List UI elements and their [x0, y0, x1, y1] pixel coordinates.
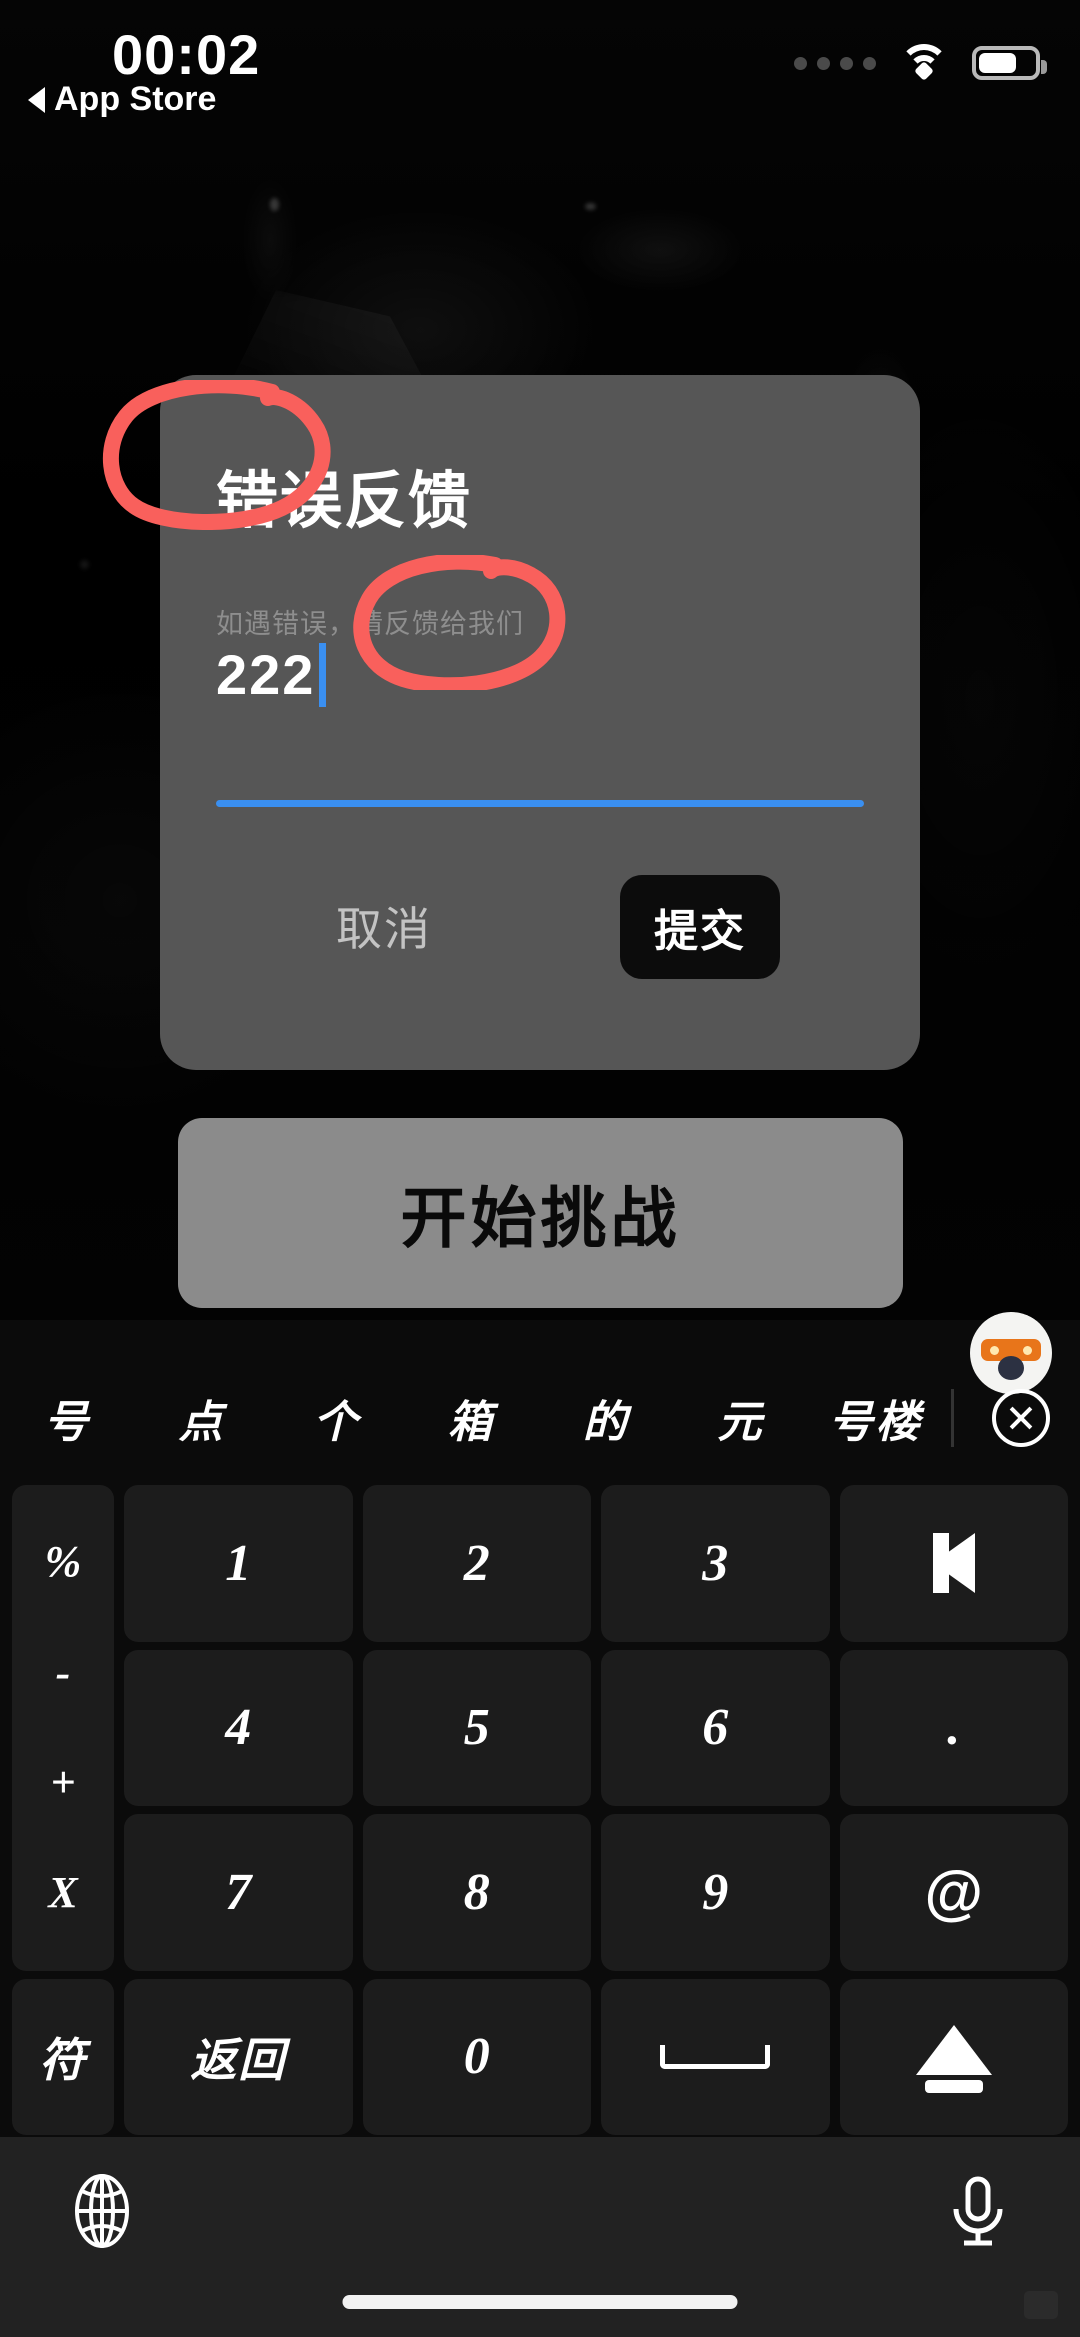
- home-indicator[interactable]: [342, 2295, 738, 2309]
- suggestion-item[interactable]: 元: [674, 1386, 809, 1450]
- key-3[interactable]: 3: [601, 1485, 830, 1642]
- status-icons: [794, 44, 1047, 82]
- background-speck: [585, 203, 596, 210]
- phone-screen: 00:02 App Store 错误反馈 如遇错误，请反馈给我们 222 取消 …: [0, 0, 1080, 2337]
- space-key[interactable]: [601, 1978, 830, 2135]
- submit-button[interactable]: 提交: [620, 875, 780, 979]
- signal-dots-icon: [794, 56, 876, 70]
- avatar-ear-left: [978, 1312, 1006, 1330]
- text-caret: [319, 643, 327, 707]
- background-speck: [270, 198, 279, 211]
- wifi-icon: [898, 44, 950, 82]
- avatar-eye-left: [990, 1346, 999, 1355]
- suggestion-item[interactable]: 号楼: [808, 1386, 943, 1450]
- key-9[interactable]: 9: [601, 1814, 830, 1971]
- key-5[interactable]: 5: [362, 1649, 591, 1806]
- suggestion-bar: 号 点 个 箱 的 元 号楼: [0, 1368, 1080, 1468]
- left-caret-icon: [28, 86, 45, 113]
- microphone-icon[interactable]: [938, 2171, 1018, 2251]
- key-8[interactable]: 8: [362, 1814, 591, 1971]
- globe-icon[interactable]: [62, 2171, 142, 2251]
- backspace-key[interactable]: [839, 1485, 1068, 1642]
- key-2[interactable]: 2: [362, 1485, 591, 1642]
- back-link-label: App Store: [54, 80, 217, 118]
- dialog-actions: 取消 提交: [160, 865, 920, 995]
- status-time: 00:02: [112, 23, 261, 86]
- return-key[interactable]: 返回: [124, 1978, 353, 2135]
- avatar-eye-right: [1023, 1346, 1032, 1355]
- space-icon: [660, 2044, 771, 2069]
- status-bar: 00:02 App Store: [0, 0, 1080, 120]
- back-to-app-store-link[interactable]: App Store: [28, 80, 216, 119]
- key-1[interactable]: 1: [124, 1485, 353, 1642]
- dialog-title: 错误反馈: [216, 467, 473, 536]
- multiply-symbol: X: [48, 1868, 78, 1918]
- symbol-column-key[interactable]: % - + X: [12, 1485, 114, 1971]
- key-4[interactable]: 4: [124, 1649, 353, 1806]
- circle-x-icon: [992, 1389, 1051, 1447]
- keyboard-bottom-bar: [0, 2137, 1080, 2337]
- battery-icon: [972, 46, 1047, 80]
- keyboard: 号 点 个 箱 的 元 号楼 % - + X 1 2 3 4 5 6 . 7 8…: [0, 1312, 1080, 2337]
- key-0[interactable]: 0: [362, 1978, 591, 2135]
- keyboard-grid: % - + X 1 2 3 4 5 6 . 7 8 9 @ 符 返回 0: [12, 1485, 1068, 2135]
- suggestion-item[interactable]: 点: [135, 1386, 270, 1450]
- minus-symbol: -: [55, 1647, 71, 1697]
- percent-symbol: %: [44, 1537, 82, 1587]
- key-period[interactable]: .: [839, 1649, 1068, 1806]
- suggestion-item[interactable]: 箱: [404, 1386, 539, 1450]
- hide-keyboard-key[interactable]: [839, 1978, 1068, 2135]
- error-feedback-dialog: 错误反馈 如遇错误，请反馈给我们 222 取消 提交: [160, 375, 920, 1070]
- key-6[interactable]: 6: [601, 1649, 830, 1806]
- symbols-key[interactable]: 符: [12, 1978, 114, 2135]
- suggestion-item[interactable]: 个: [269, 1386, 404, 1450]
- key-7[interactable]: 7: [124, 1814, 353, 1971]
- key-at[interactable]: @: [839, 1814, 1068, 1971]
- plus-symbol: +: [50, 1757, 76, 1807]
- suggestion-divider: [951, 1389, 955, 1447]
- keyboard-watermark: [1024, 2291, 1058, 2319]
- cancel-button[interactable]: 取消: [336, 893, 432, 959]
- feedback-field-label: 如遇错误，请反馈给我们: [216, 609, 524, 639]
- start-challenge-button[interactable]: 开始挑战: [178, 1118, 903, 1308]
- close-suggestions-button[interactable]: [962, 1389, 1080, 1447]
- input-underline: [216, 800, 864, 807]
- backspace-icon: [932, 1533, 975, 1594]
- suggestion-item[interactable]: 号: [0, 1386, 135, 1450]
- avatar-ear-right: [1016, 1312, 1044, 1330]
- background-speck: [80, 560, 89, 569]
- feedback-input-value: 222: [216, 643, 316, 706]
- suggestion-item[interactable]: 的: [539, 1386, 674, 1450]
- feedback-input[interactable]: 222: [216, 643, 327, 707]
- eject-icon: [915, 2021, 992, 2093]
